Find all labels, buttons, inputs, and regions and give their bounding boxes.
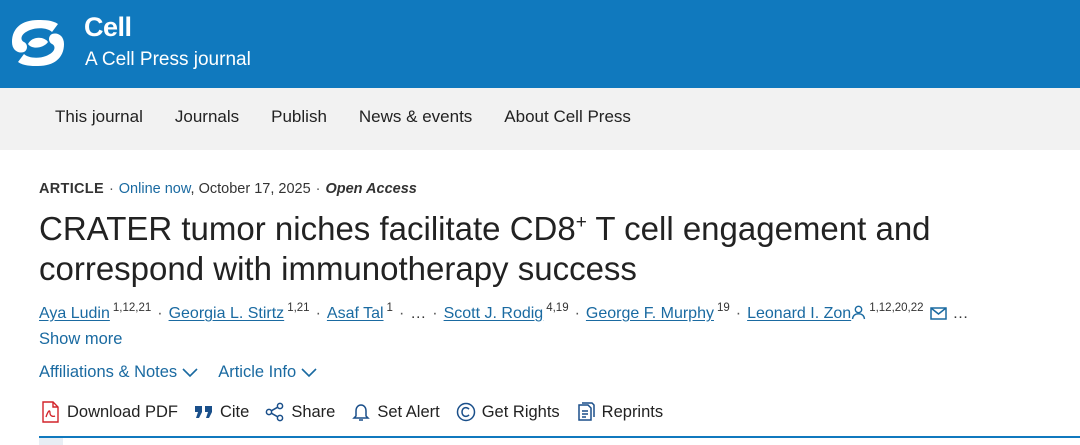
author-separator: · <box>432 305 438 322</box>
author-separator: · <box>157 305 163 322</box>
author-affiliation: 4,19 <box>546 302 569 314</box>
show-more-authors-link[interactable]: Show more <box>39 330 122 349</box>
nav-item-news-events[interactable]: News & events <box>359 107 472 127</box>
authors-truncation[interactable]: … <box>410 305 426 322</box>
download-pdf-button[interactable]: Download PDF <box>39 401 178 423</box>
title-superscript: + <box>575 212 587 233</box>
nav-item-publish[interactable]: Publish <box>271 107 327 127</box>
affiliations-label: Affiliations & Notes <box>39 363 178 381</box>
mail-icon[interactable] <box>929 307 947 325</box>
nav-item-about-cell-press[interactable]: About Cell Press <box>504 107 631 127</box>
share-button[interactable]: Share <box>265 401 335 423</box>
publication-date: , October 17, 2025 <box>190 181 311 197</box>
article-type: ARTICLE <box>39 181 104 197</box>
main-nav: This journal Journals Publish News & eve… <box>55 107 663 127</box>
meta-separator: · <box>315 181 321 197</box>
author-link[interactable]: Scott J. Rodig <box>444 305 544 322</box>
set-alert-button[interactable]: Set Alert <box>351 401 440 423</box>
article-info-label: Article Info <box>218 363 297 381</box>
journal-subtitle: A Cell Press journal <box>85 49 251 70</box>
toolbar-divider <box>39 436 1080 438</box>
bell-icon <box>352 404 371 421</box>
author-link[interactable]: Georgia L. Stirtz <box>169 305 285 322</box>
article-meta: ARTICLE · Online now, October 17, 2025 · Ope… <box>39 181 417 197</box>
share-label: Share <box>291 402 336 421</box>
download-pdf-label: Download PDF <box>67 402 178 421</box>
author-separator: · <box>315 305 321 322</box>
author-separator: · <box>398 305 405 322</box>
title-text: CRATER tumor niches facilitate CD8 <box>39 210 576 247</box>
author-separator: · <box>735 305 742 322</box>
author-affiliation: 1,12,21 <box>112 302 152 314</box>
reprints-label: Reprints <box>601 402 664 421</box>
authors-more-ellipsis[interactable]: … <box>953 305 969 322</box>
author-link[interactable]: George F. Murphy <box>586 305 714 322</box>
article-toolbar: Download PDF Cite Share Set Alert Get Ri… <box>39 401 679 423</box>
online-now-label: Online now <box>118 181 191 197</box>
article-title: CRATER tumor niches facilitate CD8+ T ce… <box>39 209 1059 289</box>
cite-button[interactable]: Cite <box>194 401 249 423</box>
journal-name[interactable]: Cell <box>84 12 132 43</box>
nav-item-this-journal[interactable]: This journal <box>55 107 143 127</box>
set-alert-label: Set Alert <box>377 402 440 421</box>
pdf-icon <box>42 401 59 423</box>
quote-icon <box>194 406 212 418</box>
cell-press-logo[interactable] <box>8 14 68 72</box>
author-affiliation: 19 <box>716 302 730 314</box>
copyright-icon <box>456 402 475 422</box>
author-link[interactable]: Aya Ludin <box>39 305 110 322</box>
author-affiliation: 1,21 <box>287 302 310 314</box>
site-header <box>0 0 1080 88</box>
article-info-tabs: Affiliations & Notes Article Info <box>39 363 337 382</box>
article-info-toggle[interactable]: Article Info <box>218 363 317 382</box>
author-affiliation: 1,12,20,22 <box>869 302 924 314</box>
tab-indicator <box>39 438 63 445</box>
author-link[interactable]: Asaf Tal <box>327 305 384 322</box>
author-list: Aya Ludin 1,12,21 · Georgia L. Stirtz 1,21 · A… <box>39 302 969 325</box>
chevron-down-icon <box>301 367 317 377</box>
author-separator: · <box>574 305 580 322</box>
reprints-button[interactable]: Reprints <box>576 401 663 423</box>
get-rights-label: Get Rights <box>481 402 560 421</box>
nav-item-journals[interactable]: Journals <box>175 107 239 127</box>
cite-label: Cite <box>219 402 250 421</box>
affiliations-notes-toggle[interactable]: Affiliations & Notes <box>39 363 198 382</box>
get-rights-button[interactable]: Get Rights <box>456 401 560 423</box>
reprints-icon <box>577 402 595 421</box>
person-icon <box>851 305 866 325</box>
share-icon <box>265 402 284 422</box>
meta-separator: · <box>108 181 114 197</box>
author-affiliation: 1 <box>386 302 393 314</box>
chevron-down-icon <box>182 367 198 377</box>
author-link[interactable]: Leonard I. Zon <box>747 305 851 322</box>
open-access-badge: Open Access <box>325 181 417 197</box>
